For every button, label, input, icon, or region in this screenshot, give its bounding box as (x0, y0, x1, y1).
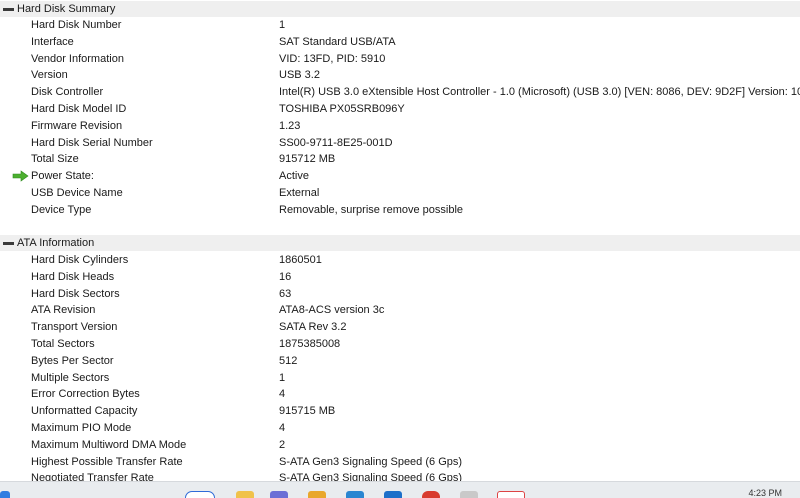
row-label: Hard Disk Serial Number (31, 137, 153, 150)
row-label: Total Size (31, 153, 79, 166)
row-value: 1.23 (279, 120, 301, 133)
row-value: 4 (279, 388, 286, 401)
row-label: Total Sectors (31, 338, 95, 351)
list-item[interactable]: Negotiated Transfer Rate S-ATA Gen3 Signa… (0, 470, 800, 481)
row-value: 4 (279, 422, 286, 435)
row-label: Device Type (31, 204, 92, 217)
row-label: Power State: (31, 170, 94, 183)
row-label: USB Device Name (31, 187, 123, 200)
row-value: ATA8-ACS version 3c (279, 304, 385, 317)
row-value: 512 (279, 355, 298, 368)
taskbar: 4:23 PM (0, 481, 800, 498)
row-label: Unformatted Capacity (31, 405, 138, 418)
row-value: 16 (279, 271, 292, 284)
row-value: SAT Standard USB/ATA (279, 36, 396, 49)
row-value: 1860501 (279, 254, 322, 267)
row-label: Disk Controller (31, 86, 104, 99)
row-label: Hard Disk Model ID (31, 103, 127, 116)
row-value: S-ATA Gen3 Signaling Speed (6 Gps) (279, 472, 463, 481)
list-item[interactable]: Hard Disk Cylinders 1860501 (0, 252, 800, 269)
list-item[interactable]: Vendor Information VID: 13FD, PID: 5910 (0, 51, 800, 68)
section-title: Hard Disk Summary (17, 3, 116, 15)
list-item[interactable]: Bytes Per Sector 512 (0, 353, 800, 370)
row-value: 1 (279, 19, 286, 32)
row-value: SATA Rev 3.2 (279, 321, 347, 334)
list-item[interactable]: Transport Version SATA Rev 3.2 (0, 319, 800, 336)
list-item[interactable]: Version USB 3.2 (0, 67, 800, 84)
list-item[interactable]: Unformatted Capacity 915715 MB (0, 403, 800, 420)
section-header-ata-information[interactable]: ATA Information (0, 235, 800, 251)
list-item[interactable]: ATA Revision ATA8-ACS version 3c (0, 302, 800, 319)
row-label: Vendor Information (31, 53, 124, 66)
list-item[interactable]: Device Type Removable, surprise remove po… (0, 202, 800, 219)
row-label: Multiple Sectors (31, 372, 110, 385)
list-item[interactable]: Hard Disk Sectors 63 (0, 286, 800, 303)
row-value: USB 3.2 (279, 69, 320, 82)
list-item[interactable]: Hard Disk Number 1 (0, 17, 800, 34)
list-item[interactable]: Maximum PIO Mode 4 (0, 420, 800, 437)
list-item[interactable]: Multiple Sectors 1 (0, 370, 800, 387)
row-value: VID: 13FD, PID: 5910 (279, 53, 386, 66)
list-item[interactable]: Hard Disk Heads 16 (0, 269, 800, 286)
row-value: 915712 MB (279, 153, 336, 166)
row-label: Hard Disk Number (31, 19, 122, 32)
row-label: Error Correction Bytes (31, 388, 140, 401)
row-value: TOSHIBA PX05SRB096Y (279, 103, 405, 116)
row-value: Active (279, 170, 309, 183)
row-label: Version (31, 69, 68, 82)
row-value: 1 (279, 372, 286, 385)
row-label: Maximum PIO Mode (31, 422, 132, 435)
row-value: 915715 MB (279, 405, 336, 418)
row-value: Intel(R) USB 3.0 eXtensible Host Control… (279, 86, 800, 99)
row-value: 2 (279, 439, 286, 452)
row-label: Highest Possible Transfer Rate (31, 456, 183, 469)
collapse-minus-icon[interactable] (3, 7, 14, 11)
row-label: ATA Revision (31, 304, 96, 317)
row-label: Hard Disk Cylinders (31, 254, 129, 267)
list-item[interactable]: USB Device Name External (0, 185, 800, 202)
row-value: 1875385008 (279, 338, 341, 351)
list-item[interactable]: Error Correction Bytes 4 (0, 386, 800, 403)
row-value: External (279, 187, 320, 200)
list-item[interactable]: Power State: Active (0, 168, 800, 185)
list-item[interactable]: Total Size 915712 MB (0, 151, 800, 168)
list-item[interactable]: Hard Disk Serial Number SS00-9711-8E25-00… (0, 135, 800, 152)
row-label: Hard Disk Heads (31, 271, 115, 284)
list-item[interactable]: Maximum Multiword DMA Mode 2 (0, 437, 800, 454)
disk-info-panel: Hard Disk Summary Hard Disk Number 1 Inte… (0, 0, 800, 481)
row-value: SS00-9711-8E25-001D (279, 137, 393, 150)
row-label: Interface (31, 36, 74, 49)
list-item[interactable]: Firmware Revision 1.23 (0, 118, 800, 135)
row-label: Transport Version (31, 321, 118, 334)
list-item[interactable]: Highest Possible Transfer Rate S-ATA Gen3… (0, 454, 800, 471)
row-label: Negotiated Transfer Rate (31, 472, 154, 481)
list-item[interactable]: Hard Disk Model ID TOSHIBA PX05SRB096Y (0, 101, 800, 118)
row-label: Hard Disk Sectors (31, 288, 120, 301)
section-header-hard-disk-summary[interactable]: Hard Disk Summary (0, 1, 800, 17)
row-label: Maximum Multiword DMA Mode (31, 439, 187, 452)
row-label: Firmware Revision (31, 120, 123, 133)
list-item[interactable]: Total Sectors 1875385008 (0, 336, 800, 353)
row-value: S-ATA Gen3 Signaling Speed (6 Gps) (279, 456, 463, 469)
list-item[interactable]: Interface SAT Standard USB/ATA (0, 34, 800, 51)
section-title: ATA Information (17, 237, 95, 249)
green-arrow-icon (12, 170, 29, 182)
collapse-minus-icon[interactable] (3, 241, 14, 245)
row-label: Bytes Per Sector (31, 355, 114, 368)
list-item[interactable]: Disk Controller Intel(R) USB 3.0 eXtensib… (0, 84, 800, 101)
row-value: Removable, surprise remove possible (279, 204, 464, 217)
row-value: 63 (279, 288, 292, 301)
